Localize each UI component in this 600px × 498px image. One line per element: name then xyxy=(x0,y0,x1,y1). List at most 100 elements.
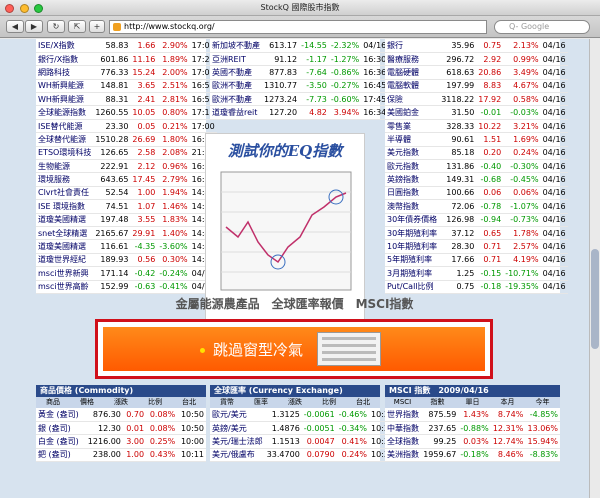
table-row[interactable]: 銀行/X指數 601.86 11.16 1.89% 17:22 xyxy=(36,52,217,67)
table-row[interactable]: 世界指數 875.59 1.43% 8.74% -4.85% xyxy=(385,408,560,422)
table-row[interactable]: WH新興能源 88.31 2.41 2.81% 16:59 xyxy=(36,92,217,107)
table-row[interactable]: 亞洲REIT 91.12 -1.17 -1.27% 16:30 xyxy=(210,52,389,67)
table-row[interactable]: ISE/X指數 58.83 1.66 2.90% 17:00 xyxy=(36,39,217,53)
table-row[interactable]: 鈀 (盎司) 238.00 1.00 0.43% 10:11 xyxy=(36,448,206,463)
scroll-thumb[interactable] xyxy=(591,249,599,349)
table-row[interactable]: 銀行 35.96 0.75 2.13% 04/16 xyxy=(385,39,568,53)
column-header: 台北 xyxy=(182,398,196,406)
address-bar[interactable]: http://www.stockq.org/ xyxy=(109,20,487,34)
table-row[interactable]: 5年期殖利率 17.66 0.71 4.19% 04/16 xyxy=(385,253,568,268)
bookmarks-button[interactable]: ⇱ xyxy=(68,20,86,33)
table-row[interactable]: 歐元/美元 1.3125 -0.0061 -0.46% 10:38 xyxy=(210,408,397,422)
table-row[interactable]: 保險 3118.22 17.92 0.58% 04/16 xyxy=(385,92,568,107)
table-row[interactable]: 10年期殖利率 28.30 0.71 2.57% 04/16 xyxy=(385,239,568,254)
table-row[interactable]: 黃金 (盎司) 876.30 0.70 0.08% 10:50 xyxy=(36,408,206,422)
table-row[interactable]: ISE替代能源 23.30 0.05 0.21% 17:00 xyxy=(36,119,217,134)
table-cell: 1510.28 xyxy=(93,132,131,147)
table-row[interactable]: 全球替代能源 1510.28 26.69 1.80% 16:14 xyxy=(36,132,217,147)
minimize-icon[interactable] xyxy=(19,4,29,13)
table-row[interactable]: 半導體 90.61 1.51 1.69% 04/16 xyxy=(385,132,568,147)
table-row[interactable]: Put/Call比例 0.75 -0.18 -19.35% 04/16 xyxy=(385,280,568,294)
table-row[interactable]: WH新興能源 148.81 3.65 2.51% 16:59 xyxy=(36,79,217,94)
scrollbar[interactable] xyxy=(589,39,600,498)
table-row[interactable]: msci世界新興 171.14 -0.42 -0.24% 04/15 xyxy=(36,266,217,281)
table-row[interactable]: 英鎊指數 149.31 -0.68 -0.45% 04/16 xyxy=(385,172,568,187)
table-cell: -0.0061 xyxy=(301,408,337,422)
table-row[interactable]: 30年期殖利率 37.12 0.65 1.78% 04/16 xyxy=(385,226,568,241)
table-row[interactable]: 道瓊睿益reit 127.20 4.82 3.94% 16:34 xyxy=(210,105,389,120)
table-cell: 131.86 xyxy=(439,159,477,174)
table-cell: -14.55 xyxy=(299,39,329,53)
table-row[interactable]: 電腦硬體 618.63 20.86 3.49% 04/16 xyxy=(385,65,568,80)
table-row[interactable]: msci世界高齡 152.99 -0.63 -0.41% 04/15 xyxy=(36,280,217,294)
table-cell: ISE 環境指數 xyxy=(36,199,94,214)
forward-button[interactable]: ▶ xyxy=(25,20,43,33)
table-cell: WH新興能源 xyxy=(36,79,94,94)
table-row[interactable]: 澳幣指數 72.06 -0.78 -1.07% 04/16 xyxy=(385,199,568,214)
zoom-icon[interactable] xyxy=(34,4,44,13)
table-cell: 銀 (盎司) xyxy=(36,421,84,436)
table-cell: 0.24% xyxy=(503,146,541,161)
table-row[interactable]: 歐洲不動產 1273.24 -7.73 -0.60% 17:45 xyxy=(210,92,389,107)
column-header: 今年 xyxy=(535,398,550,406)
table-row[interactable]: 歐洲不動產 1310.77 -3.50 -0.27% 16:45 xyxy=(210,79,389,94)
table-row[interactable]: 網路科技 776.33 15.24 2.00% 17:01 xyxy=(36,65,217,80)
table-row[interactable]: snet全球精選 2165.67 29.91 1.40% 14:44 xyxy=(36,226,217,241)
table-row[interactable]: 英國不動產 877.83 -7.64 -0.86% 16:36 xyxy=(210,65,389,80)
table-row[interactable]: 30年債券價格 126.98 -0.94 -0.73% 04/16 xyxy=(385,213,568,227)
reload-button[interactable]: ↻ xyxy=(47,20,65,33)
table-cell: 1.43% xyxy=(458,408,491,422)
add-bookmark-button[interactable]: + xyxy=(89,20,105,33)
table-row[interactable]: 英鎊/美元 1.4876 -0.0051 -0.34% 10:38 xyxy=(210,421,397,436)
table-cell: 中華指數 xyxy=(385,421,422,436)
table-row[interactable]: 醫療服務 296.72 2.92 0.99% 04/16 xyxy=(385,52,568,67)
table-row[interactable]: 美元/俄盧布 33.4700 0.0790 0.24% 10:38 xyxy=(210,448,397,463)
table-row[interactable]: 3月期殖利率 1.25 -0.15 -10.71% 04/16 xyxy=(385,266,568,281)
table-row[interactable]: 全球能源指數 1260.55 10.05 0.80% 17:13 xyxy=(36,105,217,120)
table-cell: -7.73 xyxy=(299,92,329,107)
table-row[interactable]: ISE 環境指數 74.51 1.07 1.46% 14:29 xyxy=(36,199,217,214)
table-cell: 152.99 xyxy=(93,280,131,294)
category-links[interactable]: 金屬能源農產品 全球匯率報價 MSCI指數 xyxy=(0,295,589,312)
table-cell: -2.32% xyxy=(328,39,362,53)
table-cell: 3.65 xyxy=(130,79,158,94)
search-field[interactable]: Q- Google xyxy=(494,20,590,34)
table-cell: 126.65 xyxy=(93,146,131,161)
table-cell: 04/16 xyxy=(540,186,568,201)
table-row[interactable]: Clvrt社會責任 52.54 1.00 1.94% 14:42 xyxy=(36,186,217,201)
table-row[interactable]: 零售業 328.33 10.22 3.21% 04/16 xyxy=(385,119,568,134)
table-cell: 15.94% xyxy=(525,434,560,449)
table-cell: -10.71% xyxy=(503,266,541,281)
table-cell: 0.30% xyxy=(157,253,190,268)
table-cell: 1260.55 xyxy=(93,105,131,120)
close-icon[interactable] xyxy=(5,4,14,13)
table-row[interactable]: 中華指數 237.65 -0.88% 12.31% 13.06% xyxy=(385,421,560,436)
table-row[interactable]: 新加坡不動產 613.17 -14.55 -2.32% 04/16 xyxy=(210,39,389,53)
table-row[interactable]: 美元/瑞士法郎 1.1513 0.0047 0.41% 10:38 xyxy=(210,434,397,449)
back-button[interactable]: ◀ xyxy=(6,20,24,33)
table-row[interactable]: 電腦軟體 197.99 8.83 4.67% 04/16 xyxy=(385,79,568,94)
table-row[interactable]: 美國鉑金 31.50 -0.01 -0.03% 04/16 xyxy=(385,105,568,120)
table-row[interactable]: 環境服務 643.65 17.45 2.79% 16:59 xyxy=(36,172,217,187)
table-row[interactable]: 美元指數 85.18 0.20 0.24% 04/16 xyxy=(385,146,568,161)
table-row[interactable]: ETSO環境科技 126.65 2.58 2.08% 21:20 xyxy=(36,146,217,161)
table-row[interactable]: 日圓指數 100.66 0.06 0.06% 04/16 xyxy=(385,186,568,201)
table-cell: 15.24 xyxy=(130,65,158,80)
table-cell: 04/16 xyxy=(540,65,568,80)
table-row[interactable]: 生物能源 222.91 2.12 0.96% 16:14 xyxy=(36,159,217,174)
table-cell: 1.51 xyxy=(476,132,504,147)
table-row[interactable]: 全球指數 99.25 0.03% 12.74% 15.94% xyxy=(385,434,560,449)
table-cell: 877.83 xyxy=(262,65,300,80)
table-row[interactable]: 道瓊世界經紀 189.93 0.56 0.30% 14:42 xyxy=(36,253,217,268)
window-title: StockQ 國際股市指數 xyxy=(260,3,340,12)
table-row[interactable]: 銀 (盎司) 12.30 0.01 0.08% 10:50 xyxy=(36,421,206,436)
table-cell: 0.05 xyxy=(130,119,158,134)
table-cell: 2.51% xyxy=(157,79,190,94)
table-row[interactable]: 道瓊美國精選 197.48 3.55 1.83% 14:42 xyxy=(36,213,217,227)
ad-banner[interactable]: 跳過窗型冷氣 xyxy=(95,319,493,379)
table-cell: 10.05 xyxy=(130,105,158,120)
table-row[interactable]: 美洲指數 1959.67 -0.18% 8.46% -8.83% xyxy=(385,448,560,463)
table-row[interactable]: 歐元指數 131.86 -0.40 -0.30% 04/16 xyxy=(385,159,568,174)
table-row[interactable]: 白金 (盎司) 1216.00 3.00 0.25% 10:00 xyxy=(36,434,206,449)
table-row[interactable]: 道瓊美國精選 116.61 -4.35 -3.60% 14:43 xyxy=(36,239,217,254)
